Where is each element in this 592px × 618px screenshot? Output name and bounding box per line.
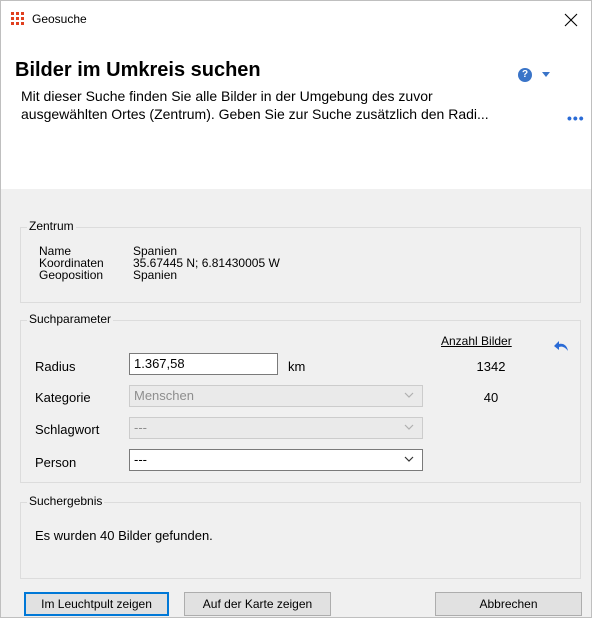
description-line-1: Mit dieser Suche finden Sie alle Bilder …: [21, 88, 433, 104]
radius-unit: km: [288, 359, 306, 374]
kategorie-label: Kategorie: [35, 390, 91, 405]
suchergebnis-legend: Suchergebnis: [27, 494, 105, 508]
kategorie-value: Menschen: [134, 388, 194, 403]
schlagwort-label: Schlagwort: [35, 422, 100, 437]
radius-count: 1342: [476, 359, 506, 374]
chevron-down-icon: [404, 392, 414, 398]
header-description: Mit dieser Suche finden Sie alle Bilder …: [21, 87, 541, 123]
geosuche-dialog: Geosuche Bilder im Umkreis suchen ? Mit …: [0, 0, 592, 618]
schlagwort-value: ---: [134, 420, 147, 435]
suchparameter-group: Suchparameter Anzahl Bilder Radius 1.367…: [20, 312, 581, 483]
more-icon[interactable]: •••: [567, 110, 585, 126]
schlagwort-select: ---: [129, 417, 423, 439]
zentrum-group: Zentrum Name Spanien Koordinaten 35.6744…: [20, 219, 581, 303]
close-button[interactable]: [551, 1, 591, 39]
page-title: Bilder im Umkreis suchen: [15, 59, 261, 81]
radius-label: Radius: [35, 359, 76, 374]
description-line-2: ausgewählten Ortes (Zentrum). Geben Sie …: [21, 106, 489, 122]
help-icon[interactable]: ?: [518, 68, 532, 82]
zentrum-key: Geoposition: [39, 268, 104, 282]
karte-button[interactable]: Auf der Karte zeigen: [184, 592, 331, 616]
person-select[interactable]: ---: [129, 449, 423, 471]
undo-icon[interactable]: [554, 340, 570, 352]
result-text: Es wurden 40 Bilder gefunden.: [35, 528, 213, 543]
chevron-down-icon: [404, 456, 414, 462]
zentrum-legend: Zentrum: [27, 219, 76, 233]
radius-input[interactable]: 1.367,58: [129, 353, 278, 375]
person-label: Person: [35, 455, 77, 470]
zentrum-value: Spanien: [133, 268, 178, 282]
person-value: ---: [134, 452, 147, 467]
window-title: Geosuche: [32, 12, 87, 26]
abbrechen-button[interactable]: Abbrechen: [435, 592, 582, 616]
leuchtpult-button[interactable]: Im Leuchtpult zeigen: [24, 592, 169, 616]
chevron-down-icon: [404, 424, 414, 430]
kategorie-select: Menschen: [129, 385, 423, 407]
suchparameter-legend: Suchparameter: [27, 312, 114, 326]
kategorie-count: 40: [483, 390, 499, 405]
chevron-down-icon[interactable]: [542, 72, 550, 77]
title-bar: Geosuche: [1, 1, 591, 39]
app-grid-icon: [11, 12, 25, 26]
suchergebnis-group: Suchergebnis Es wurden 40 Bilder gefunde…: [20, 494, 581, 579]
close-icon: [564, 13, 578, 27]
dialog-header: Bilder im Umkreis suchen ? Mit dieser Su…: [1, 39, 591, 189]
count-header: Anzahl Bilder: [441, 334, 512, 348]
